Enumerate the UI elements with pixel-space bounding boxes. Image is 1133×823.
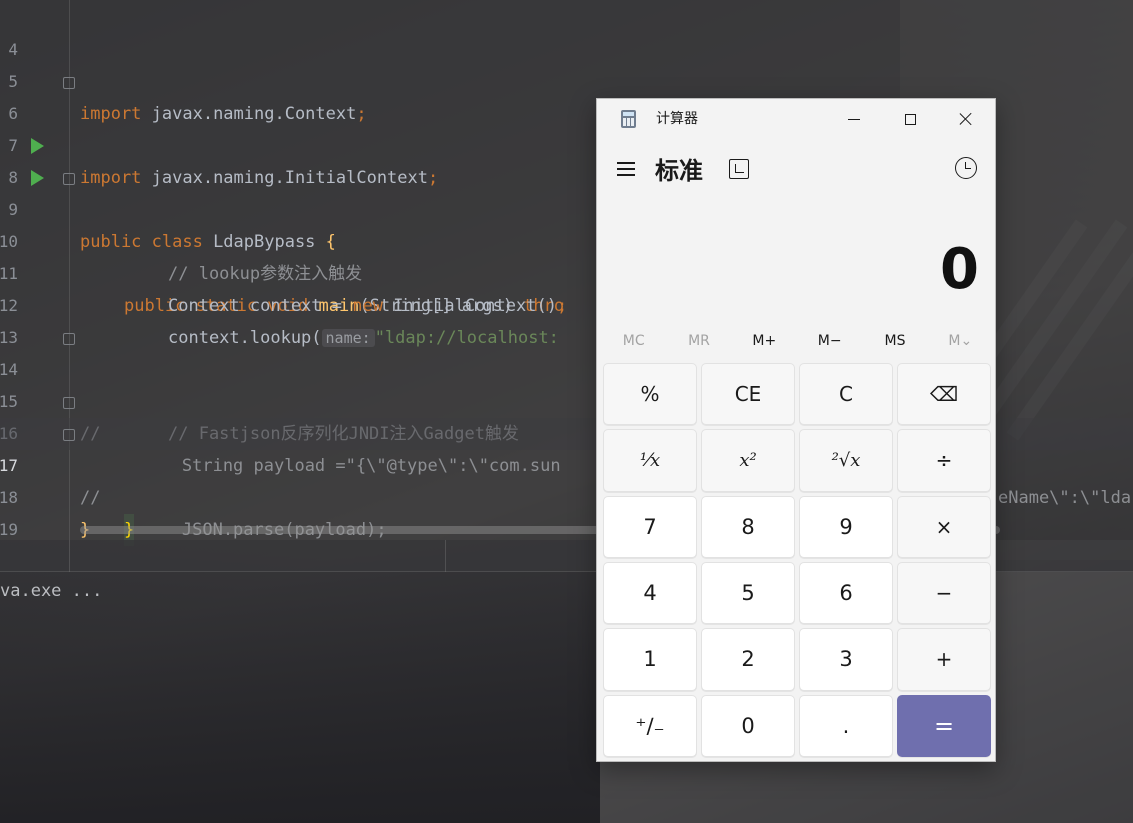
code-line: 4: [0, 2, 1133, 59]
code-line: 5 import javax.naming.Context;: [0, 34, 1133, 124]
backspace-button[interactable]: ⌫: [897, 363, 991, 426]
toolbar-separator: [445, 540, 446, 572]
run-class-icon[interactable]: [31, 138, 44, 154]
memory-recall-button[interactable]: MR: [666, 325, 731, 357]
maximize-icon: [904, 113, 916, 125]
multiply-button[interactable]: ×: [897, 495, 991, 558]
title-bar[interactable]: 计算器: [597, 99, 995, 139]
fold-icon[interactable]: [63, 397, 75, 409]
fold-icon[interactable]: [63, 173, 75, 185]
toolbar-separator: [69, 540, 70, 572]
reciprocal-button[interactable]: ¹⁄x: [603, 429, 697, 492]
percent-button[interactable]: %: [603, 363, 697, 426]
clear-entry-button[interactable]: CE: [701, 363, 795, 426]
digit-5-button[interactable]: 5: [701, 561, 795, 625]
run-method-icon[interactable]: [31, 170, 44, 186]
close-button[interactable]: [938, 99, 994, 139]
digit-3-button[interactable]: 3: [799, 628, 893, 691]
square-root-button[interactable]: ²√x: [799, 429, 893, 492]
digit-2-button[interactable]: 2: [701, 628, 795, 691]
digit-1-button[interactable]: 1: [603, 628, 697, 691]
minimize-icon: [848, 118, 860, 120]
add-button[interactable]: +: [897, 628, 991, 691]
divide-button[interactable]: ÷: [897, 429, 991, 492]
memory-list-button[interactable]: M⌄: [928, 325, 993, 357]
memory-subtract-button[interactable]: M−: [797, 325, 862, 357]
equals-button[interactable]: =: [897, 694, 991, 757]
window-title: 计算器: [656, 111, 698, 127]
fold-icon[interactable]: [63, 429, 75, 441]
close-icon: [959, 112, 973, 126]
result-display: 0: [940, 237, 979, 302]
negate-button[interactable]: ⁺∕₋: [603, 694, 697, 757]
keypad: % CE C ⌫ ¹⁄x x² ²√x ÷ 7 8 9 × 4 5 6− 1 2 3 + ⁺∕₋ 0. =: [601, 363, 993, 759]
minimize-button[interactable]: [826, 99, 882, 139]
keep-on-top-icon[interactable]: [729, 159, 749, 179]
hamburger-menu-icon[interactable]: [617, 161, 637, 177]
console-output: va.exe ...: [0, 581, 103, 601]
mode-title: 标准: [655, 157, 703, 185]
calculator-window[interactable]: 计算器 标准 0 MC MR M+ M− MS M⌄ % CE C ⌫ ¹⁄x x² ²√x…: [596, 98, 996, 762]
digit-8-button[interactable]: 8: [701, 495, 795, 558]
fold-icon[interactable]: [63, 77, 75, 89]
maximize-button[interactable]: [882, 99, 938, 139]
decimal-button[interactable]: .: [799, 694, 893, 757]
memory-store-button[interactable]: MS: [862, 325, 927, 357]
digit-6-button[interactable]: 6: [799, 561, 893, 625]
digit-4-button[interactable]: 4: [603, 561, 697, 625]
calculator-app-icon: [621, 110, 636, 128]
code-line: 6 import javax.naming.InitialContext;: [0, 66, 1133, 188]
memory-row: MC MR M+ M− MS M⌄: [601, 325, 993, 357]
history-icon[interactable]: [955, 157, 977, 179]
clear-button[interactable]: C: [799, 363, 893, 426]
square-button[interactable]: x²: [701, 429, 795, 492]
digit-7-button[interactable]: 7: [603, 495, 697, 558]
memory-add-button[interactable]: M+: [732, 325, 797, 357]
memory-clear-button[interactable]: MC: [601, 325, 666, 357]
fold-icon[interactable]: [63, 333, 75, 345]
digit-9-button[interactable]: 9: [799, 495, 893, 558]
digit-0-button[interactable]: 0: [701, 694, 795, 757]
subtract-button[interactable]: −: [897, 561, 991, 625]
